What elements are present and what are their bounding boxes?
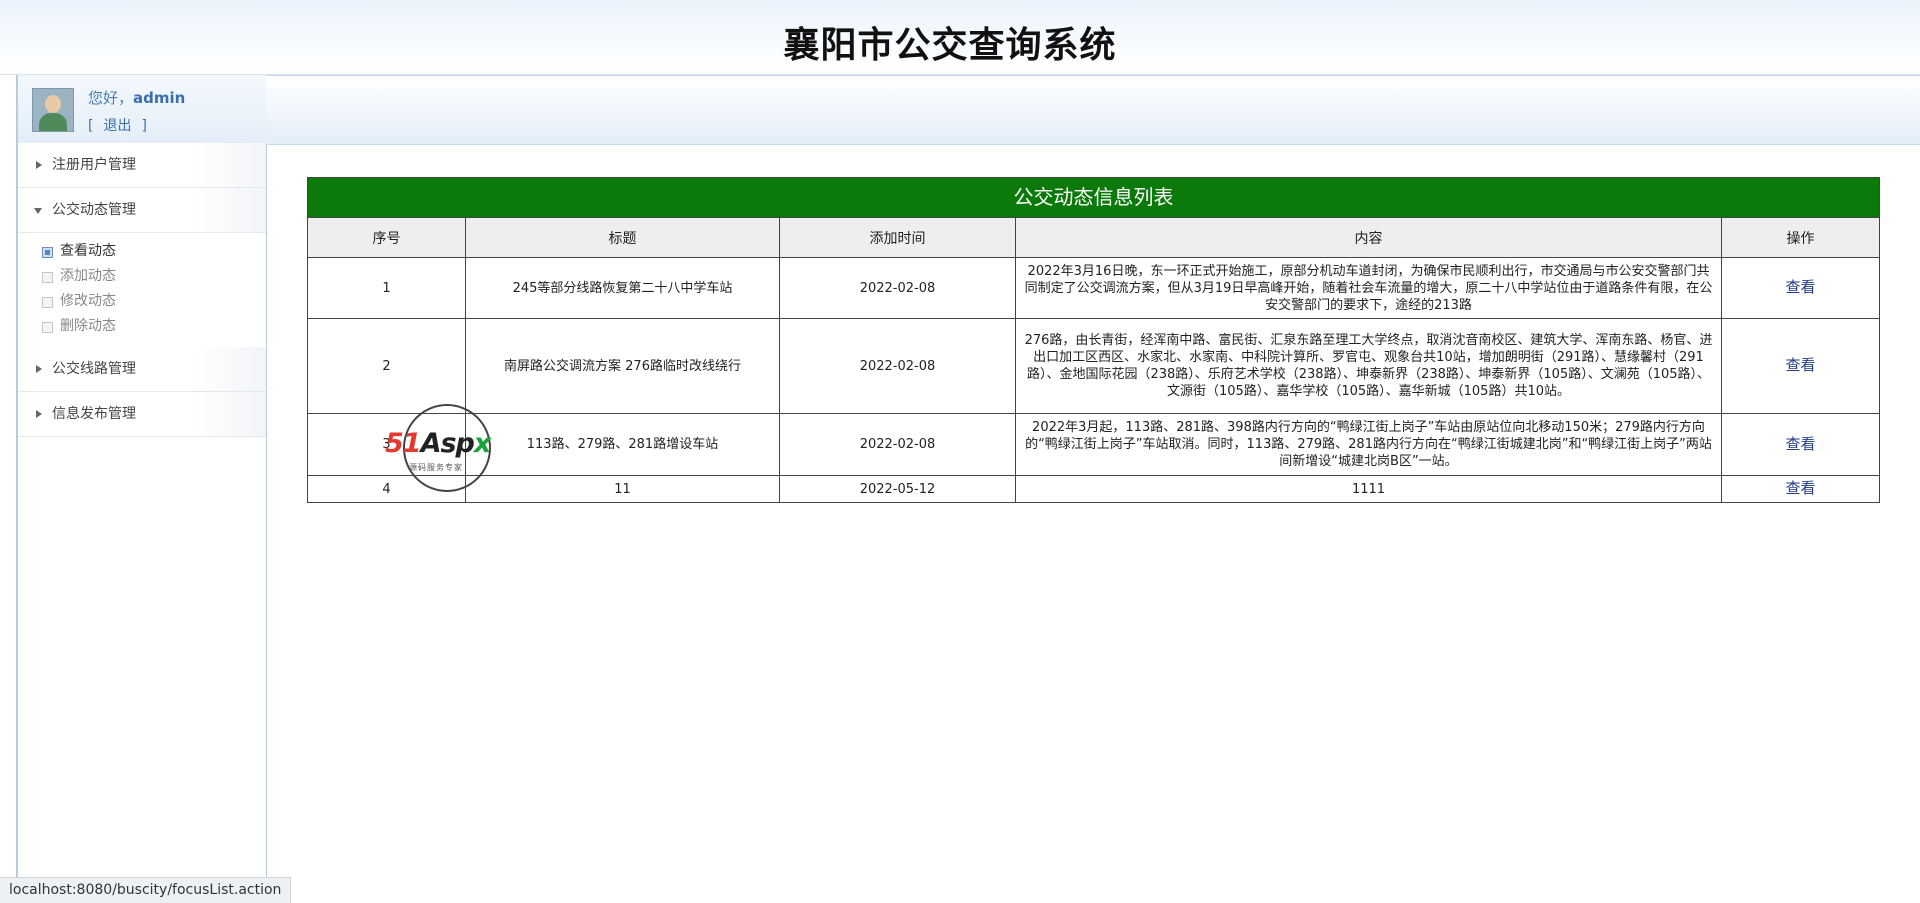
cell-content: 2022年3月起，113路、281路、398路内行方向的“鸭绿江街上岗子”车站由… bbox=[1015, 413, 1722, 476]
chevron-down-icon bbox=[34, 208, 42, 214]
submenu-item-label: 添加动态 bbox=[60, 268, 116, 284]
cell-date: 2022-02-08 bbox=[779, 318, 1016, 414]
table-row: 3 113路、279路、281路增设车站 2022-02-08 2022年3月起… bbox=[307, 413, 1881, 476]
submenu-item-label: 查看动态 bbox=[60, 243, 116, 259]
submenu-item-label: 修改动态 bbox=[60, 293, 116, 309]
menu-group-dynamics[interactable]: 公交动态管理 bbox=[18, 188, 266, 233]
watermark-brand: 51Aspx bbox=[385, 428, 491, 459]
sidebar-menu: 注册用户管理 公交动态管理 查看动态 添加动态 修改动态 删除动态 公交线路管理… bbox=[18, 143, 266, 437]
menu-group-publish[interactable]: 信息发布管理 bbox=[18, 392, 266, 437]
top-header: 襄阳市公交查询系统 bbox=[0, 0, 1920, 75]
cell-content: 2022年3月16日晚，东一环正式开始施工，原部分机动车道封闭，为确保市民顺利出… bbox=[1015, 257, 1722, 319]
column-header-date: 添加时间 bbox=[779, 217, 1016, 258]
chevron-right-icon bbox=[36, 410, 42, 418]
cell-action: 查看 bbox=[1720, 413, 1881, 476]
bracket-left: [ bbox=[88, 118, 94, 134]
column-header-no: 序号 bbox=[307, 217, 466, 258]
submenu-item-edit-dynamics[interactable]: 修改动态 bbox=[18, 289, 266, 314]
submenu-item-add-dynamics[interactable]: 添加动态 bbox=[18, 264, 266, 289]
menu-group-label: 公交动态管理 bbox=[52, 202, 136, 218]
left-sidebar: 您好，admin [ 退出] 注册用户管理 公交动态管理 查看动态 添加动态 修改… bbox=[16, 75, 267, 902]
watermark-slogan: 源码服务专家 bbox=[409, 463, 463, 472]
bullet-icon bbox=[42, 247, 53, 258]
content-top-bar bbox=[266, 75, 1920, 145]
cell-action: 查看 bbox=[1720, 257, 1881, 319]
submenu-item-delete-dynamics[interactable]: 删除动态 bbox=[18, 314, 266, 339]
menu-group-users[interactable]: 注册用户管理 bbox=[18, 143, 266, 188]
table-row: 2 南屏路公交调流方案 276路临时改线绕行 2022-02-08 276路，由… bbox=[307, 318, 1881, 414]
cell-title: 245等部分线路恢复第二十八中学车站 bbox=[465, 257, 780, 319]
view-link[interactable]: 查看 bbox=[1786, 278, 1816, 296]
greeting: 您好，admin bbox=[88, 87, 185, 108]
cell-date: 2022-02-08 bbox=[779, 413, 1016, 476]
menu-group-label: 信息发布管理 bbox=[52, 406, 136, 422]
view-link[interactable]: 查看 bbox=[1786, 479, 1816, 497]
cell-no: 2 bbox=[307, 318, 466, 414]
table-caption: 公交动态信息列表 bbox=[306, 177, 1881, 218]
dynamics-table-container: 公交动态信息列表 序号 标题 添加时间 内容 操作 1 245等部分线路恢复第二… bbox=[306, 177, 1881, 503]
watermark-logo: 51Aspx 源码服务专家 bbox=[383, 402, 513, 492]
submenu-dynamics: 查看动态 添加动态 修改动态 删除动态 bbox=[18, 233, 266, 347]
column-header-title: 标题 bbox=[465, 217, 780, 258]
cell-date: 2022-05-12 bbox=[779, 475, 1016, 503]
column-header-action: 操作 bbox=[1720, 217, 1881, 258]
view-link[interactable]: 查看 bbox=[1786, 356, 1816, 374]
table-header-row: 序号 标题 添加时间 内容 操作 bbox=[307, 217, 1881, 258]
cell-action: 查看 bbox=[1720, 475, 1881, 503]
column-header-content: 内容 bbox=[1015, 217, 1722, 258]
browser-status-bar: localhost:8080/buscity/focusList.action bbox=[0, 877, 292, 903]
chevron-right-icon bbox=[36, 365, 42, 373]
menu-group-label: 注册用户管理 bbox=[52, 157, 136, 173]
menu-group-routes[interactable]: 公交线路管理 bbox=[18, 347, 266, 392]
menu-group-label: 公交线路管理 bbox=[52, 361, 136, 377]
greeting-text: 您好， bbox=[88, 89, 134, 107]
bracket-right: ] bbox=[141, 118, 147, 134]
table-row: 4 11 2022-05-12 1111 查看 bbox=[307, 475, 1881, 503]
view-link[interactable]: 查看 bbox=[1786, 435, 1816, 453]
bullet-icon bbox=[42, 297, 53, 308]
dynamics-table: 公交动态信息列表 序号 标题 添加时间 内容 操作 1 245等部分线路恢复第二… bbox=[306, 177, 1881, 503]
cell-date: 2022-02-08 bbox=[779, 257, 1016, 319]
cell-content: 1111 bbox=[1015, 475, 1722, 503]
avatar bbox=[32, 88, 74, 132]
cell-content: 276路，由长青街，经浑南中路、富民街、汇泉东路至理工大学终点，取消沈音南校区、… bbox=[1015, 318, 1722, 414]
user-info: 您好，admin [ 退出] bbox=[18, 75, 266, 144]
cell-no: 1 bbox=[307, 257, 466, 319]
table-row: 1 245等部分线路恢复第二十八中学车站 2022-02-08 2022年3月1… bbox=[307, 257, 1881, 319]
bullet-icon bbox=[42, 272, 53, 283]
logout-line: [ 退出] bbox=[88, 115, 147, 135]
page-title: 襄阳市公交查询系统 bbox=[783, 25, 1117, 66]
logout-link[interactable]: 退出 bbox=[103, 118, 131, 134]
submenu-item-view-dynamics[interactable]: 查看动态 bbox=[18, 239, 266, 264]
cell-title: 南屏路公交调流方案 276路临时改线绕行 bbox=[465, 318, 780, 414]
chevron-right-icon bbox=[36, 161, 42, 169]
username: admin bbox=[133, 89, 186, 107]
bullet-icon bbox=[42, 322, 53, 333]
cell-action: 查看 bbox=[1720, 318, 1881, 414]
submenu-item-label: 删除动态 bbox=[60, 318, 116, 334]
